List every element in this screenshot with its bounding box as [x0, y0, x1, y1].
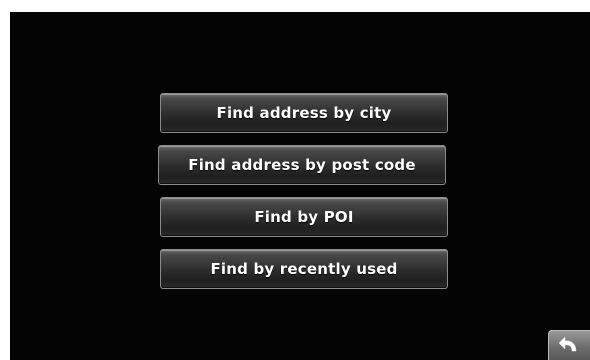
find-by-recently-used-button[interactable]: Find by recently used	[160, 249, 448, 289]
find-address-by-city-button[interactable]: Find address by city	[160, 93, 448, 133]
navigation-screen: Find address by city Find address by pos…	[10, 12, 590, 360]
address-search-menu: Find address by city Find address by pos…	[158, 93, 448, 301]
device-frame: Find address by city Find address by pos…	[0, 0, 590, 360]
find-address-by-post-code-button[interactable]: Find address by post code	[158, 145, 446, 185]
back-arrow-icon	[558, 336, 577, 352]
find-by-poi-button[interactable]: Find by POI	[160, 197, 448, 237]
back-button[interactable]	[548, 330, 590, 360]
